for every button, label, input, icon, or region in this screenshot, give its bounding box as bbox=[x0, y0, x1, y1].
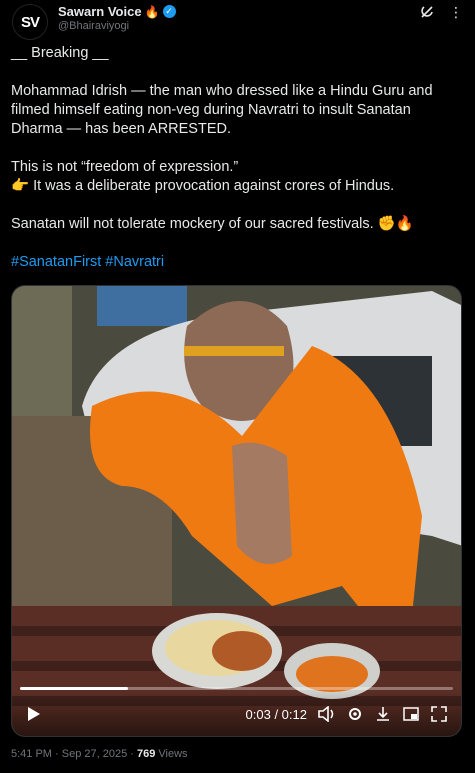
tweet-meta: 5:41 PM · Sep 27, 2025 · 769 Views bbox=[11, 748, 188, 760]
views-label: Views bbox=[155, 748, 188, 760]
grok-icon[interactable] bbox=[419, 4, 435, 23]
picture-in-picture-icon[interactable] bbox=[399, 702, 423, 726]
hashtag-link[interactable]: #SanatanFirst bbox=[11, 254, 101, 270]
tweet-line-1: __ Breaking __ bbox=[11, 45, 109, 61]
video-progress-fill bbox=[20, 687, 129, 690]
avatar[interactable]: SV bbox=[12, 4, 48, 40]
video-player[interactable]: 0:03 / 0:12 bbox=[11, 285, 462, 737]
display-name[interactable]: Sawarn Voice bbox=[58, 4, 142, 19]
verified-badge-icon[interactable]: ✓ bbox=[162, 5, 176, 18]
tweet-line-2: Mohammad Idrish — the man who dressed li… bbox=[11, 83, 433, 137]
video-right-controls bbox=[315, 702, 451, 726]
name-emoji: 🔥 bbox=[144, 4, 160, 19]
play-icon[interactable] bbox=[22, 702, 46, 726]
video-progress-track[interactable] bbox=[20, 687, 453, 690]
tweet-header: SV Sawarn Voice 🔥 ✓ @Bhairaviyogi ⋮ bbox=[12, 4, 463, 40]
volume-icon[interactable] bbox=[315, 702, 339, 726]
views-count: 769 bbox=[136, 748, 156, 760]
account-names: Sawarn Voice 🔥 ✓ @Bhairaviyogi bbox=[58, 4, 176, 32]
more-options-icon[interactable]: ⋮ bbox=[449, 4, 463, 23]
tweet-text: __ Breaking __ Mohammad Idrish — the man… bbox=[11, 44, 461, 272]
download-icon[interactable] bbox=[371, 702, 395, 726]
tweet-line-5: Sanatan will not tolerate mockery of our… bbox=[11, 216, 414, 232]
handle[interactable]: @Bhairaviyogi bbox=[58, 20, 176, 32]
tweet-timestamp[interactable]: 5:41 PM · Sep 27, 2025 · bbox=[11, 748, 137, 760]
video-frame bbox=[12, 286, 461, 736]
tweet-line-4: 👉 It was a deliberate provocation agains… bbox=[11, 178, 395, 194]
hashtags: #SanatanFirst #Navratri bbox=[11, 253, 461, 272]
tweet-line-3: This is not “freedom of expression.” bbox=[11, 159, 239, 175]
display-name-row[interactable]: Sawarn Voice 🔥 ✓ bbox=[58, 4, 176, 19]
video-time: 0:03 / 0:12 bbox=[245, 706, 307, 722]
fullscreen-icon[interactable] bbox=[427, 702, 451, 726]
hashtag-link[interactable]: #Navratri bbox=[105, 254, 164, 270]
header-actions: ⋮ bbox=[419, 4, 463, 23]
video-controls: 0:03 / 0:12 bbox=[12, 692, 461, 736]
settings-icon[interactable] bbox=[343, 702, 367, 726]
